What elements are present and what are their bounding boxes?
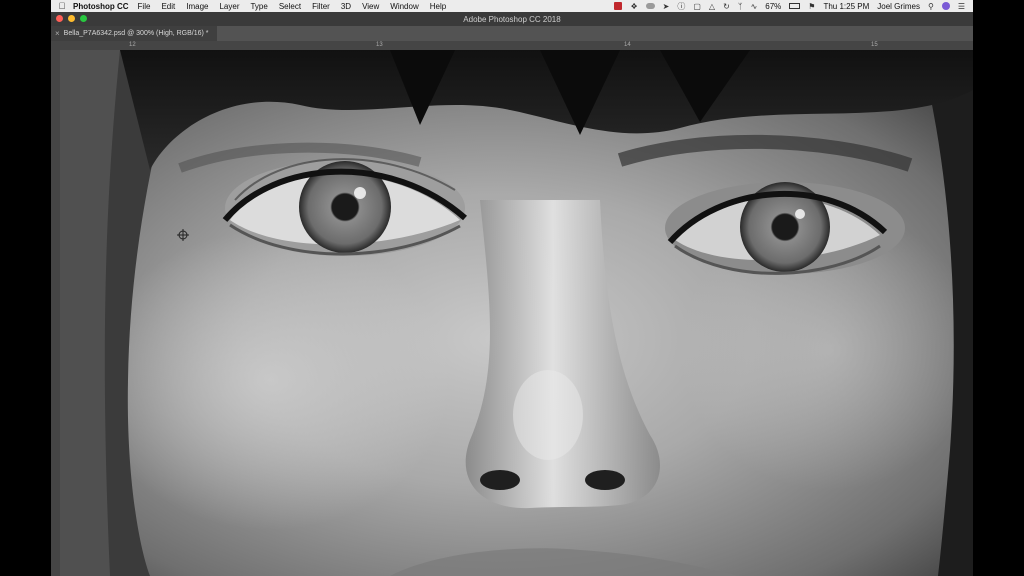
input-flag-icon[interactable]: ⚑ [808, 2, 815, 11]
menu-select[interactable]: Select [279, 2, 301, 11]
wifi-icon[interactable]: ∿ [751, 2, 758, 11]
menu-3d[interactable]: 3D [341, 2, 351, 11]
document-tab[interactable]: × Bella_P7A6342.psd @ 300% (High, RGB/16… [51, 26, 217, 41]
ruler-label: 13 [376, 42, 383, 48]
recording-icon[interactable] [614, 2, 623, 10]
menu-file[interactable]: File [138, 2, 151, 11]
user-name[interactable]: Joel Grimes [877, 2, 920, 11]
menu-filter[interactable]: Filter [312, 2, 330, 11]
battery-percent[interactable]: 67% [765, 2, 781, 11]
minimize-window-button[interactable] [68, 15, 75, 22]
app-menu[interactable]: Photoshop CC [73, 2, 129, 11]
search-icon[interactable]: ⚲ [928, 2, 934, 11]
menu-view[interactable]: View [362, 2, 379, 11]
close-tab-icon[interactable]: × [55, 29, 60, 38]
info-icon[interactable]: ⓘ [677, 1, 685, 12]
airplay-icon[interactable]: △ [709, 2, 715, 11]
time-machine-icon[interactable]: ↻ [723, 2, 730, 11]
close-window-button[interactable] [56, 15, 63, 22]
portrait-photo [60, 50, 973, 576]
document-canvas[interactable] [60, 50, 973, 576]
menu-help[interactable]: Help [430, 2, 446, 11]
ruler-label: 12 [129, 42, 136, 48]
siri-icon[interactable] [941, 2, 950, 10]
menu-image[interactable]: Image [186, 2, 208, 11]
menu-type[interactable]: Type [250, 2, 267, 11]
cursor-app-icon[interactable]: ➤ [663, 2, 670, 11]
cloud-icon[interactable] [645, 3, 655, 9]
menu-window[interactable]: Window [390, 2, 418, 11]
notification-center-icon[interactable]: ☰ [958, 2, 965, 11]
status-area: ❖ ➤ ⓘ ▢ △ ↻ ᛉ ∿ 67% ⚑ Thu 1:25 PM Joel G… [614, 1, 973, 12]
app-titlebar: Adobe Photoshop CC 2018 [51, 12, 973, 26]
battery-icon[interactable] [789, 3, 801, 9]
bluetooth-icon[interactable]: ᛉ [738, 2, 743, 11]
ruler-label: 14 [624, 42, 631, 48]
maximize-window-button[interactable] [80, 15, 87, 22]
window-title: Adobe Photoshop CC 2018 [463, 14, 561, 24]
dropbox-icon[interactable]: ❖ [630, 2, 637, 11]
display-icon[interactable]: ▢ [693, 2, 701, 11]
photoshop-window:  Photoshop CC File Edit Image Layer Typ… [51, 0, 973, 576]
document-tab-label: Bella_P7A6342.psd @ 300% (High, RGB/16) … [63, 30, 209, 37]
clock[interactable]: Thu 1:25 PM [823, 2, 869, 11]
menu-layer[interactable]: Layer [219, 2, 239, 11]
apple-icon[interactable]:  [51, 1, 73, 11]
menu-edit[interactable]: Edit [161, 2, 175, 11]
ruler-label: 15 [871, 42, 878, 48]
document-tab-bar: × Bella_P7A6342.psd @ 300% (High, RGB/16… [51, 26, 973, 41]
